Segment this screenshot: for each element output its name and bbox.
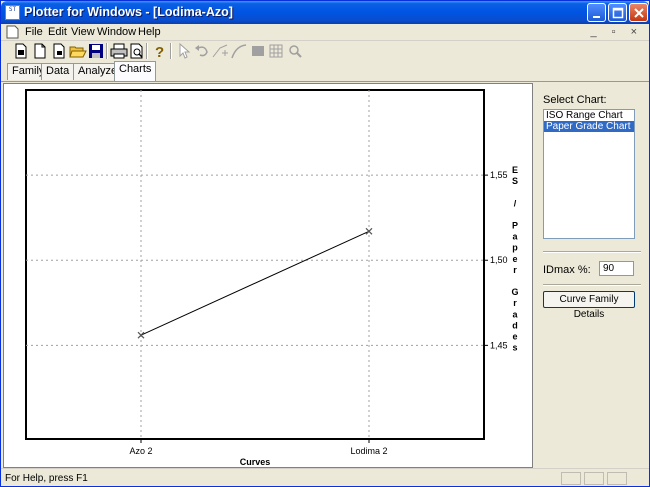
save-icon[interactable]: [87, 42, 105, 60]
y-axis-label-char: e: [512, 332, 517, 342]
idmax-input[interactable]: 90: [599, 261, 634, 276]
x-tick-label: Lodima 2: [350, 446, 387, 456]
toolbar-separator: [170, 43, 172, 59]
new-family-icon[interactable]: [12, 42, 30, 60]
menu-window[interactable]: Window: [97, 26, 136, 38]
close-icon: [634, 8, 644, 18]
y-tick-label: 1,50: [490, 255, 508, 265]
undo-icon: [193, 42, 211, 60]
y-axis-label-char: p: [512, 243, 518, 253]
toolbar-separator: [106, 43, 108, 59]
status-pane: [561, 472, 581, 485]
menu-view[interactable]: View: [71, 26, 95, 38]
toolbar-separator: [146, 43, 148, 59]
horizontal-gridlines: [26, 174, 488, 346]
add-point-icon: [211, 42, 229, 60]
y-axis-label-char: S: [512, 176, 518, 186]
tab-charts[interactable]: Charts: [114, 61, 157, 81]
zoom-icon: [286, 42, 304, 60]
tab-data[interactable]: Data: [41, 63, 75, 80]
paper-grade-chart: 1,451,501,55 Azo 2 Lodima 2 Curves ES/Pap…: [25, 89, 519, 467]
y-axis-label-char: G: [511, 287, 518, 297]
charts-page: 1,45 1,50 1,55 Azo 2 Lodima 2 Curves E S / Pa p…: [1, 81, 649, 468]
print-preview-icon[interactable]: [128, 42, 146, 60]
open-icon[interactable]: [50, 42, 68, 60]
title-bar[interactable]: ST Plotter for Windows - [Lodima-Azo]: [1, 1, 649, 24]
series-line: [140, 230, 370, 336]
document-icon[interactable]: [6, 25, 19, 39]
toolbar: ?: [1, 41, 649, 61]
y-axis-label-char: r: [513, 298, 517, 308]
tab-strip: Family Data Analyze Charts: [1, 61, 649, 81]
status-text: For Help, press F1: [5, 473, 88, 484]
y-axis-label-char: a: [512, 232, 518, 242]
select-chart-label: Select Chart:: [543, 94, 607, 106]
x-tick-labels: Azo 2 Lodima 2: [129, 446, 387, 456]
help-icon[interactable]: ?: [150, 42, 168, 61]
data-point: [365, 227, 373, 235]
menu-file[interactable]: File: [25, 26, 43, 38]
restore-button[interactable]: [608, 3, 627, 22]
pointer-icon: [175, 42, 193, 60]
menu-help[interactable]: Help: [138, 26, 161, 38]
y-tick-labels: 1,45 1,50 1,55: [490, 170, 508, 350]
plot-frame: [25, 89, 485, 440]
vertical-gridlines: [140, 90, 370, 443]
y-axis-label-char: e: [512, 254, 517, 264]
list-item-iso-range-chart[interactable]: ISO Range Chart: [544, 110, 634, 121]
y-axis-label-char: r: [513, 265, 517, 275]
app-icon[interactable]: ST: [5, 5, 20, 20]
idmax-label: IDmax %:: [543, 264, 591, 276]
grid-icon: [267, 42, 285, 60]
open-folder-icon[interactable]: [69, 42, 87, 60]
panel-divider: [543, 284, 641, 286]
chart-canvas: 1,45 1,50 1,55 Azo 2 Lodima 2 Curves E S / Pa p…: [3, 83, 533, 468]
restore-icon: [612, 7, 624, 19]
y-axis-label-char: P: [512, 221, 518, 231]
chart-options-panel: Select Chart: ISO Range Chart Paper Grad…: [536, 83, 647, 468]
window-title: Plotter for Windows - [Lodima-Azo]: [24, 5, 233, 19]
print-icon[interactable]: [110, 42, 128, 60]
mdi-window-buttons[interactable]: _ ▫ ×: [590, 26, 643, 38]
menu-bar: File Edit View Window Help _ ▫ ×: [1, 24, 649, 41]
status-pane: [584, 472, 604, 485]
data-point-marker: [365, 227, 373, 235]
data-point: [137, 331, 145, 339]
list-item-paper-grade-chart[interactable]: Paper Grade Chart: [544, 121, 634, 132]
y-axis-label-char: a: [512, 309, 518, 319]
y-axis-label: ES/PaperGrades: [511, 165, 518, 353]
fill-icon: [249, 42, 267, 60]
y-axis-label-char: d: [512, 320, 518, 330]
panel-divider: [543, 251, 641, 253]
y-axis-label-char: E: [512, 165, 518, 175]
x-axis-label: Curves: [240, 457, 271, 467]
data-point-marker: [137, 331, 145, 339]
curve-icon: [230, 42, 248, 60]
chart-select-listbox[interactable]: ISO Range Chart Paper Grade Chart: [543, 109, 635, 239]
y-tick-label: 1,55: [490, 170, 508, 180]
y-axis-label-char: /: [514, 198, 517, 208]
status-pane: [607, 472, 627, 485]
x-tick-label: Azo 2: [129, 446, 152, 456]
y-axis-label-char: s: [512, 343, 517, 353]
y-tick-label: 1,45: [490, 340, 508, 350]
minimize-icon: [593, 16, 600, 18]
svg-text:?: ?: [155, 44, 164, 60]
menu-edit[interactable]: Edit: [48, 26, 67, 38]
series-line: [140, 230, 370, 336]
close-button[interactable]: [629, 3, 648, 22]
minimize-button[interactable]: [587, 3, 606, 22]
status-bar: For Help, press F1: [1, 468, 649, 486]
curve-family-details-button[interactable]: Curve Family Details: [543, 291, 635, 320]
app-window: ST Plotter for Windows - [Lodima-Azo] Fi…: [0, 0, 650, 487]
new-icon[interactable]: [31, 42, 49, 60]
